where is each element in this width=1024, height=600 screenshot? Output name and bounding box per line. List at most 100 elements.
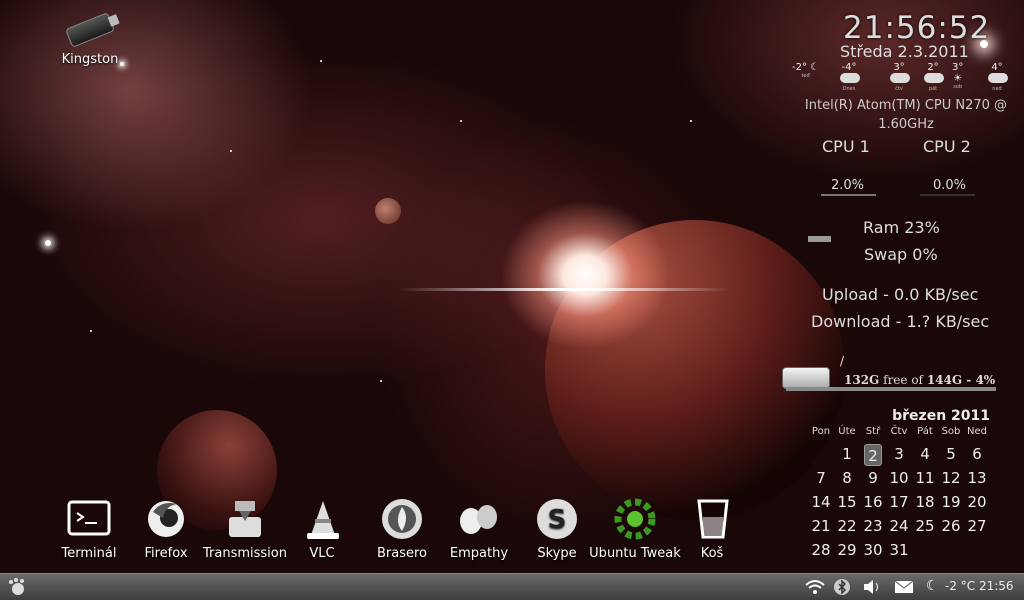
calendar-day[interactable]: 26 — [938, 515, 964, 539]
dock-label: Empathy — [449, 546, 509, 561]
dock-transmission[interactable]: Transmission — [200, 496, 290, 561]
cpu1-value: 2.0% — [831, 178, 865, 193]
calendar-weekday: Sob — [941, 426, 961, 437]
calendar-weekday: Úte — [838, 426, 856, 437]
calendar-day[interactable]: 31 — [886, 539, 912, 563]
mail-icon[interactable] — [894, 578, 914, 596]
calendar-weekday: Pát — [917, 426, 933, 437]
disk-usage: 132G free of 144G - 4% — [844, 373, 996, 387]
calendar-day[interactable]: 3 — [886, 443, 912, 467]
flare-line — [400, 288, 730, 291]
bottom-panel: ☾ -2 °C 21:56 — [0, 573, 1024, 600]
weather-strip: -2° ☾ teď -4° Dnes 3° čtv 2° pát 3° ☀ sob… — [792, 62, 1018, 94]
cpu-name: Intel(R) Atom(TM) CPU N270 @ 1.60GHz — [804, 98, 1008, 132]
volume-icon[interactable] — [862, 578, 882, 596]
calendar-day[interactable]: 7 — [808, 467, 834, 491]
kingston-drive-icon[interactable]: Kingston — [58, 12, 122, 67]
disk-bar — [786, 387, 996, 391]
calendar-day[interactable]: 14 — [808, 491, 834, 515]
usb-label: Kingston — [61, 52, 119, 67]
star — [690, 120, 692, 122]
dock-label: VLC — [309, 546, 335, 561]
dock-firefox[interactable]: Firefox — [138, 496, 194, 561]
gnome-foot-icon[interactable] — [6, 577, 28, 597]
moon-icon: ☾ — [806, 62, 820, 73]
cloud-icon — [988, 73, 1008, 83]
calendar-day[interactable]: 8 — [834, 467, 860, 491]
calendar-day[interactable]: 22 — [834, 515, 860, 539]
star — [45, 240, 51, 246]
cloud-icon — [840, 73, 860, 83]
calendar-day[interactable]: 12 — [938, 467, 964, 491]
calendar-day[interactable]: 15 — [834, 491, 860, 515]
calendar-widget: březen 2011 Pon Úte Stř Čtv Pát Sob Ned 123456… — [808, 408, 1000, 563]
swap-usage: Swap 0% — [864, 245, 938, 264]
dock-label: Koš — [700, 546, 724, 561]
cpu1-bar — [821, 194, 876, 196]
calendar-month: březen 2011 — [892, 408, 990, 424]
weather-now: -2° ☾ teď — [792, 62, 820, 79]
calendar-day[interactable]: 4 — [912, 443, 938, 467]
dock-vlc[interactable]: VLC — [300, 496, 344, 561]
calendar-day[interactable]: 25 — [912, 515, 938, 539]
calendar-day[interactable]: 20 — [964, 491, 990, 515]
calendar-day[interactable]: 11 — [912, 467, 938, 491]
cloud-icon — [890, 73, 910, 83]
calendar-day[interactable]: 28 — [808, 539, 834, 563]
ram-usage: Ram 23% — [863, 218, 940, 237]
trash-icon — [690, 496, 736, 542]
disk-widget: / 132G free of 144G - 4% — [780, 354, 1002, 398]
star — [320, 60, 322, 62]
calendar-day[interactable]: 16 — [860, 491, 886, 515]
dock-terminal[interactable]: Terminál — [57, 496, 121, 561]
dock-ubuntu-tweak[interactable]: Ubuntu Tweak — [588, 496, 682, 561]
tiny-moon — [375, 198, 401, 224]
cloud-icon — [924, 73, 944, 83]
usb-stick-icon — [64, 12, 116, 48]
vlc-cone-icon — [300, 496, 346, 542]
calendar-day[interactable]: 29 — [834, 539, 860, 563]
sun-flare — [500, 200, 670, 350]
calendar-day[interactable]: 1 — [834, 443, 860, 467]
calendar-day[interactable]: 17 — [886, 491, 912, 515]
dock-label: Firefox — [144, 546, 188, 561]
calendar-day[interactable]: 5 — [938, 443, 964, 467]
calendar-blank — [808, 443, 834, 467]
terminal-icon — [66, 496, 112, 542]
calendar-days: 1 2 3 4 5 6 7 8 9 10 11 12 13 14 15 16 17 18 19 20 21 22 23 24 2… — [808, 443, 1000, 563]
calendar-day[interactable]: 13 — [964, 467, 990, 491]
conky-clock: 21:56:52 — [843, 10, 991, 46]
calendar-day[interactable]: 18 — [912, 491, 938, 515]
calendar-day[interactable]: 6 — [964, 443, 990, 467]
dock-trash[interactable]: Koš — [690, 496, 734, 561]
calendar-day[interactable]: 24 — [886, 515, 912, 539]
calendar-day[interactable]: 27 — [964, 515, 990, 539]
upload-rate: Upload - 0.0 KB/sec — [822, 285, 979, 304]
calendar-day[interactable]: 9 — [860, 467, 886, 491]
weather-day-2: 3° čtv — [888, 62, 910, 92]
weather-day-3: 2° pát — [922, 62, 944, 92]
moon-icon[interactable]: ☾ — [926, 578, 939, 596]
dock-skype[interactable]: S Skype — [532, 496, 582, 561]
dock-empathy[interactable]: Empathy — [448, 496, 510, 561]
ram-bar — [808, 236, 831, 242]
calendar-weekdays: Pon Úte Stř Čtv Pát Sob Ned — [808, 426, 1000, 437]
calendar-day[interactable]: 10 — [886, 467, 912, 491]
calendar-day[interactable]: 21 — [808, 515, 834, 539]
calendar-day[interactable]: 19 — [938, 491, 964, 515]
skype-icon: S — [534, 496, 580, 542]
dock-brasero[interactable]: Brasero — [374, 496, 430, 561]
ubuntu-tweak-icon — [612, 496, 658, 542]
dock-label: Transmission — [203, 546, 287, 561]
firefox-icon — [143, 496, 189, 542]
calendar-day[interactable]: 30 — [860, 539, 886, 563]
wifi-icon[interactable] — [804, 578, 826, 596]
bluetooth-icon[interactable] — [834, 578, 850, 596]
star — [460, 120, 462, 122]
calendar-weekday: Ned — [967, 426, 987, 437]
star — [90, 330, 92, 332]
weather-day-5: 4° ned — [986, 62, 1008, 92]
calendar-day[interactable]: 23 — [860, 515, 886, 539]
calendar-day[interactable]: 2 — [864, 444, 882, 466]
panel-clock[interactable]: -2 °C 21:56 — [945, 579, 1014, 593]
